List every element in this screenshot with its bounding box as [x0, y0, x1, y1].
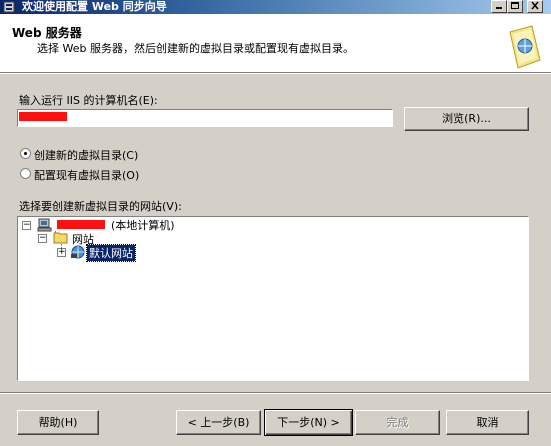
computer-icon [37, 218, 52, 232]
maximize-button[interactable] [507, 0, 523, 13]
root-collapse-toggle[interactable]: − [22, 221, 31, 230]
root-node-label[interactable]: (本地计算机) [111, 217, 175, 233]
footer-divider-highlight [0, 393, 551, 394]
redaction-mark [19, 112, 67, 121]
radio-selected-dot [24, 152, 27, 155]
website-tree[interactable]: − (本地计算机) − 网站 + 默认网站 [17, 216, 529, 381]
help-button-label: 帮助(H) [38, 416, 78, 429]
finish-button-label: 完成 [386, 416, 409, 429]
site-expand-toggle[interactable]: + [57, 248, 66, 257]
web-site-icon [71, 245, 85, 259]
minimize-button[interactable] [491, 0, 507, 13]
site-select-label: 选择要创建新虚拟目录的网站(V): [19, 200, 182, 213]
maximize-icon [511, 2, 519, 9]
folder-collapse-toggle[interactable]: − [38, 234, 47, 243]
window-title: 欢迎使用配置 Web 同步向导 [22, 0, 167, 13]
close-icon [531, 1, 539, 10]
wizard-app-icon [3, 1, 15, 13]
wizard-header: Web 服务器 选择 Web 服务器，然后创建新的虚拟目录或配置现有虚拟目录。 [0, 14, 551, 73]
cancel-button[interactable]: 取消 [446, 410, 529, 435]
finish-button[interactable]: 完成 [355, 410, 440, 435]
back-button-label: < 上一步(B) [187, 416, 250, 429]
browse-button[interactable]: 浏览(R)... [404, 107, 529, 131]
header-divider [0, 73, 551, 74]
create-new-radio[interactable] [20, 148, 31, 159]
page-title: Web 服务器 [12, 26, 82, 40]
create-new-radio-label[interactable]: 创建新的虚拟目录(C) [34, 147, 138, 163]
cancel-button-label: 取消 [476, 416, 499, 429]
back-button[interactable]: < 上一步(B) [176, 410, 261, 435]
configure-existing-radio-label[interactable]: 配置现有虚拟目录(O) [34, 167, 139, 183]
computer-name-input[interactable] [17, 109, 393, 127]
default-site-node[interactable]: 默认网站 [86, 244, 136, 262]
next-button[interactable]: 下一步(N) > [264, 409, 353, 436]
browse-button-label: 浏览(R)... [442, 112, 491, 125]
folder-icon [53, 232, 68, 244]
close-button[interactable] [527, 0, 543, 13]
minimize-icon [496, 7, 502, 9]
redaction-mark [57, 220, 105, 229]
page-subtitle: 选择 Web 服务器，然后创建新的虚拟目录或配置现有虚拟目录。 [37, 42, 354, 55]
computer-name-label: 输入运行 IIS 的计算机名(E): [19, 94, 158, 107]
web-server-icon [509, 25, 541, 69]
next-button-label: 下一步(N) > [277, 416, 340, 429]
configure-existing-radio[interactable] [20, 168, 31, 179]
help-button[interactable]: 帮助(H) [17, 410, 99, 435]
title-bar[interactable]: 欢迎使用配置 Web 同步向导 [0, 0, 551, 14]
